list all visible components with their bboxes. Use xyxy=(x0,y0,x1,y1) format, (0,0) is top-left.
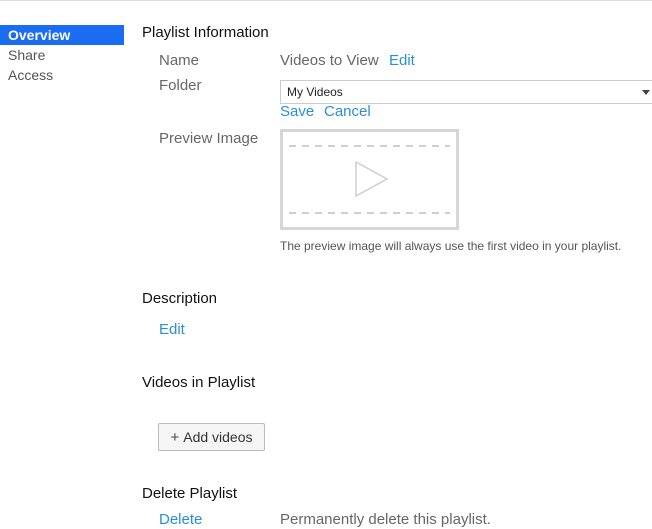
playlist-name-value: Videos to View xyxy=(280,52,379,69)
cancel-folder-link[interactable]: Cancel xyxy=(324,103,371,120)
chevron-down-icon xyxy=(642,90,650,95)
sidebar-item-access[interactable]: Access xyxy=(0,65,124,85)
delete-playlist-description: Permanently delete this playlist. xyxy=(280,511,491,528)
edit-name-link[interactable]: Edit xyxy=(389,52,415,69)
delete-playlist-link[interactable]: Delete xyxy=(159,511,202,528)
delete-playlist-heading: Delete Playlist xyxy=(142,485,238,502)
sidebar-item-share[interactable]: Share xyxy=(0,45,124,65)
add-videos-button[interactable]: + Add videos xyxy=(158,423,265,451)
preview-image-placeholder xyxy=(280,129,459,230)
preview-image-label: Preview Image xyxy=(159,130,259,147)
save-folder-link[interactable]: Save xyxy=(280,103,314,120)
plus-icon: + xyxy=(170,429,180,446)
description-heading: Description xyxy=(142,290,218,307)
add-videos-label: Add videos xyxy=(183,429,253,445)
folder-label: Folder xyxy=(159,77,202,94)
playlist-settings-page: Overview Share Access Playlist Informati… xyxy=(0,0,652,529)
videos-in-playlist-heading: Videos in Playlist xyxy=(142,374,256,391)
preview-image-help: The preview image will always use the fi… xyxy=(280,239,622,253)
folder-selected-value: My Videos xyxy=(287,85,343,99)
top-divider xyxy=(0,0,652,1)
sidebar-nav: Overview Share Access xyxy=(0,25,124,85)
name-label: Name xyxy=(159,52,200,69)
edit-description-link[interactable]: Edit xyxy=(159,321,185,338)
sidebar-item-overview[interactable]: Overview xyxy=(0,25,124,45)
play-icon xyxy=(289,145,450,214)
folder-select[interactable]: My Videos xyxy=(280,80,652,104)
playlist-information-heading: Playlist Information xyxy=(142,24,269,41)
